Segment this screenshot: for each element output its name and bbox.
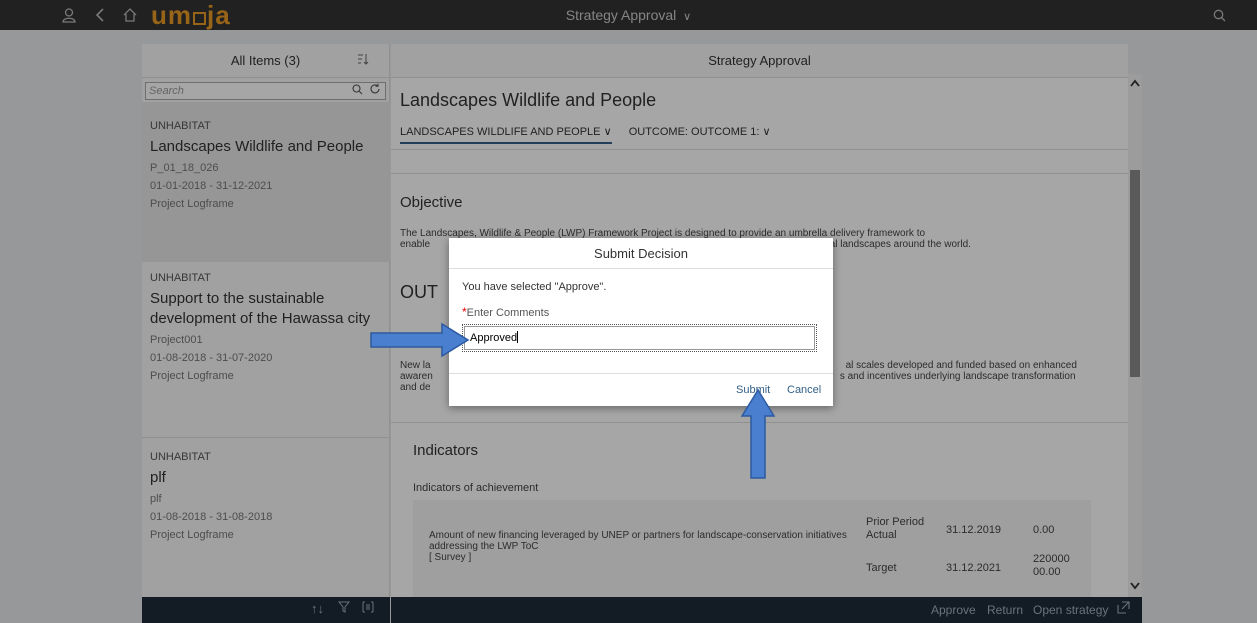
- submit-decision-dialog: Submit Decision You have selected "Appro…: [449, 238, 833, 406]
- dialog-title: Submit Decision: [449, 238, 833, 269]
- text-caret: [517, 331, 519, 343]
- right-arrow-annotation: [370, 322, 470, 358]
- cancel-button[interactable]: Cancel: [787, 384, 821, 396]
- up-arrow-annotation: [740, 388, 776, 479]
- comments-label: *Enter Comments: [462, 305, 550, 319]
- dialog-message: You have selected "Approve".: [462, 281, 607, 293]
- comments-input[interactable]: Approved: [462, 324, 817, 352]
